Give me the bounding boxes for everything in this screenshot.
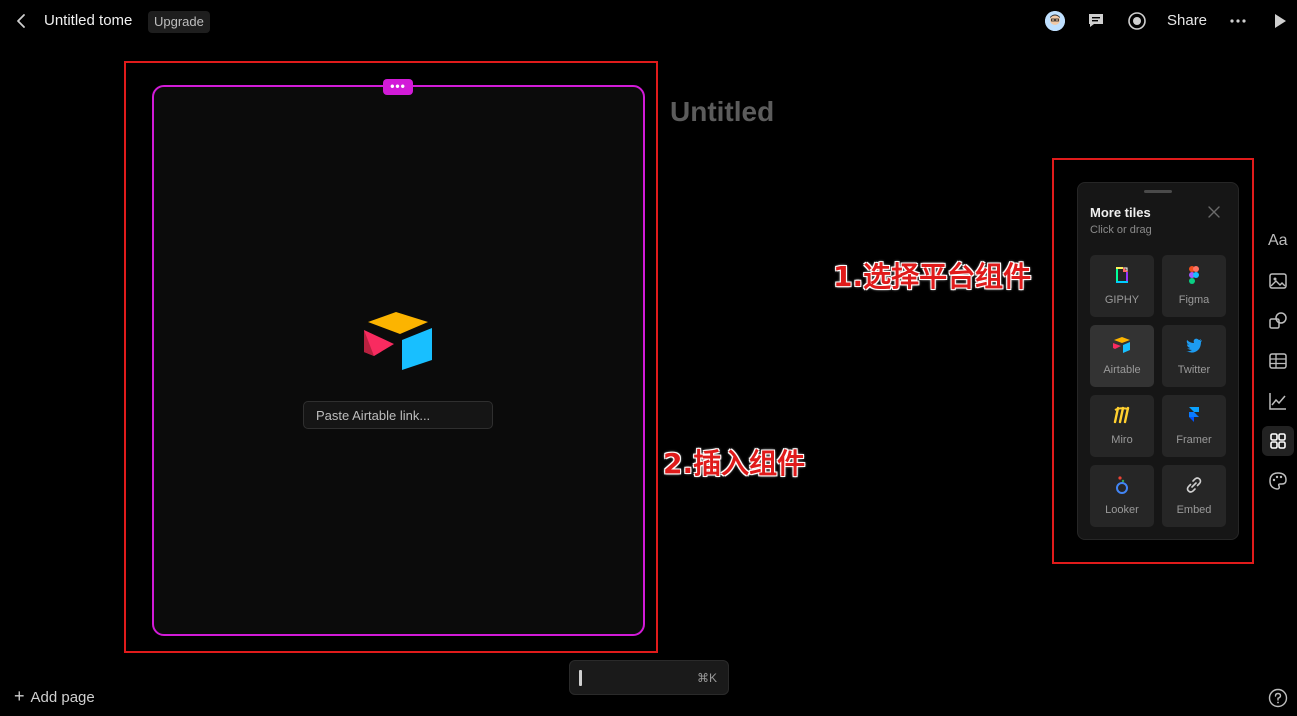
panel-title: More tiles bbox=[1090, 205, 1151, 220]
upgrade-badge[interactable]: Upgrade bbox=[148, 11, 210, 33]
twitter-icon bbox=[1186, 338, 1202, 353]
share-button[interactable]: Share bbox=[1167, 12, 1207, 29]
avatar-face-icon bbox=[1045, 11, 1065, 31]
tile-looker[interactable]: Looker bbox=[1090, 465, 1154, 527]
back-chevron-icon[interactable] bbox=[12, 10, 32, 32]
text-style-tool[interactable]: Aa bbox=[1268, 232, 1288, 250]
tile-figma[interactable]: Figma bbox=[1162, 255, 1226, 317]
chart-icon[interactable] bbox=[1267, 390, 1289, 412]
record-icon[interactable] bbox=[1127, 11, 1147, 31]
tile-embed[interactable]: Embed bbox=[1162, 465, 1226, 527]
looker-icon bbox=[1116, 476, 1128, 494]
add-page-button[interactable]: + Add page bbox=[14, 686, 95, 707]
tile-giphy[interactable]: GIPHY bbox=[1090, 255, 1154, 317]
tile-menu-handle[interactable]: ••• bbox=[383, 79, 413, 95]
help-icon[interactable] bbox=[1268, 688, 1288, 708]
add-page-label: Add page bbox=[30, 689, 95, 706]
tile-label: Looker bbox=[1105, 504, 1139, 516]
tile-airtable[interactable]: Airtable bbox=[1090, 325, 1154, 387]
shapes-icon[interactable] bbox=[1267, 310, 1289, 332]
close-icon[interactable] bbox=[1207, 205, 1221, 219]
panel-subtitle: Click or drag bbox=[1090, 224, 1152, 236]
user-avatar[interactable] bbox=[1045, 11, 1065, 31]
more-tiles-grid-icon[interactable] bbox=[1267, 430, 1289, 452]
tile-label: Twitter bbox=[1177, 364, 1211, 376]
tile-label: Miro bbox=[1111, 434, 1133, 446]
table-icon[interactable] bbox=[1267, 350, 1289, 372]
command-shortcut: ⌘K bbox=[697, 671, 718, 685]
framer-icon bbox=[1189, 407, 1199, 422]
panel-drag-handle[interactable] bbox=[1144, 190, 1172, 193]
annotation-step1: 1.选择平台组件 bbox=[833, 260, 1032, 293]
airtable-link-input[interactable]: Paste Airtable link... bbox=[303, 401, 493, 429]
document-title[interactable]: Untitled tome bbox=[44, 12, 132, 29]
miro-icon bbox=[1113, 406, 1130, 424]
tile-framer[interactable]: Framer bbox=[1162, 395, 1226, 457]
palette-icon[interactable] bbox=[1267, 470, 1289, 492]
tile-label: Framer bbox=[1176, 434, 1212, 446]
tile-miro[interactable]: Miro bbox=[1090, 395, 1154, 457]
tile-twitter[interactable]: Twitter bbox=[1162, 325, 1226, 387]
tile-label: GIPHY bbox=[1104, 294, 1140, 306]
tile-label: Embed bbox=[1176, 504, 1212, 516]
image-icon[interactable] bbox=[1267, 270, 1289, 292]
airtable-icon bbox=[1113, 337, 1130, 353]
comment-icon[interactable] bbox=[1086, 11, 1106, 31]
figma-icon bbox=[1189, 266, 1199, 284]
tile-label: Figma bbox=[1178, 294, 1210, 306]
tile-label: Airtable bbox=[1103, 364, 1141, 376]
more-options-icon[interactable] bbox=[1228, 11, 1248, 31]
page-heading[interactable]: Untitled bbox=[670, 96, 774, 128]
link-icon bbox=[1186, 477, 1202, 493]
airtable-logo-icon bbox=[364, 312, 432, 370]
play-icon[interactable] bbox=[1270, 11, 1290, 31]
plus-icon: + bbox=[14, 686, 25, 706]
annotation-step2: 2.插入组件 bbox=[663, 447, 806, 480]
text-cursor bbox=[579, 670, 582, 686]
giphy-icon bbox=[1116, 267, 1128, 283]
